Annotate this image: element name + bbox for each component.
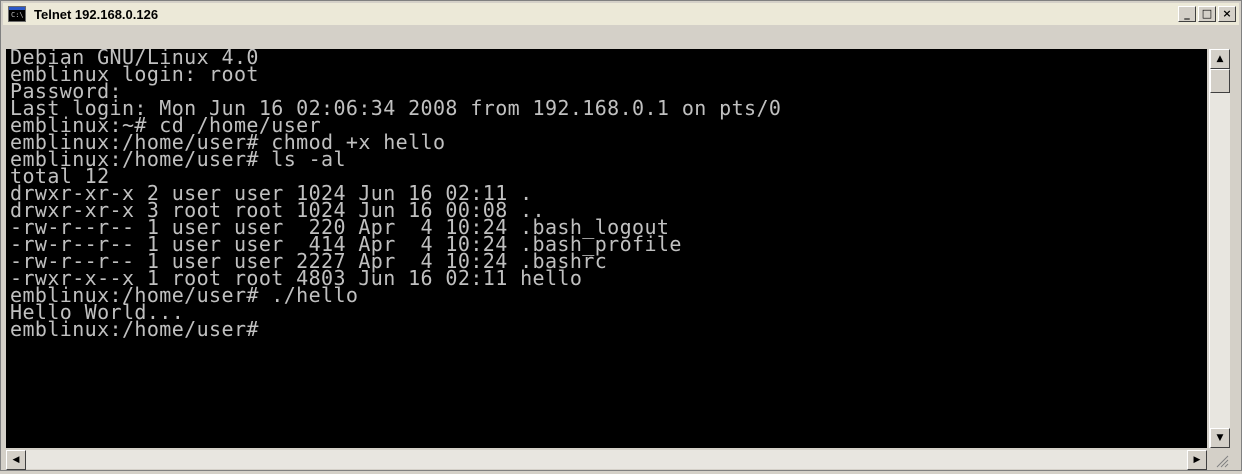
scroll-up-arrow-icon[interactable]: ▲ [1210,49,1230,69]
title-bar[interactable]: C:\ Telnet 192.168.0.126 _ □ × [3,3,1239,25]
scroll-left-arrow-icon[interactable]: ◀ [6,450,26,470]
window-controls: _ □ × [1178,6,1236,22]
scroll-down-arrow-icon[interactable]: ▼ [1210,428,1230,448]
console-icon[interactable]: C:\ [8,6,26,22]
vertical-scroll-thumb[interactable] [1210,69,1230,93]
terminal-prompt-line: emblinux:/home/user# [10,317,259,341]
scroll-right-arrow-icon[interactable]: ▶ [1187,450,1207,470]
minimize-button[interactable]: _ [1178,6,1196,22]
telnet-window: C:\ Telnet 192.168.0.126 _ □ × Debian GN… [0,0,1242,471]
maximize-button[interactable]: □ [1198,6,1216,22]
resize-grip-glyph [1216,455,1229,468]
terminal-output[interactable]: Debian GNU/Linux 4.0 emblinux login: roo… [6,49,1207,448]
terminal-line: emblinux:/home/user# ./hello [10,283,359,307]
window-title: Telnet 192.168.0.126 [34,6,159,22]
terminal-line: emblinux login: root [10,62,259,86]
vertical-scrollbar[interactable]: ▲ ▼ [1209,49,1230,448]
horizontal-scrollbar[interactable]: ◀ ▶ [6,450,1207,470]
resize-grip-icon[interactable] [1209,450,1230,469]
terminal-line: emblinux:/home/user# ls -al [10,147,346,171]
close-button[interactable]: × [1218,6,1236,22]
